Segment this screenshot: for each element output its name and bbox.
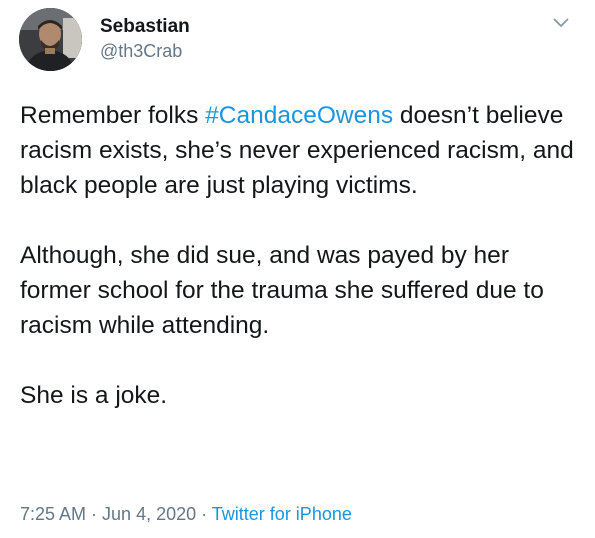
meta-separator: · [196,504,212,524]
tweet-source-link[interactable]: Twitter for iPhone [212,504,352,524]
chevron-down-icon [553,18,569,27]
user-handle[interactable]: @th3Crab [100,41,182,62]
user-photo-avatar-icon [19,8,82,71]
tweet-text: Remember folks #CandaceOwens doesn’t bel… [20,98,580,413]
tweet-paragraph-2: Although, she did sue, and was payed by … [20,242,544,339]
display-name[interactable]: Sebastian [100,16,190,38]
tweet-date[interactable]: Jun 4, 2020 [102,504,196,524]
tweet-time[interactable]: 7:25 AM [20,504,86,524]
tweet-paragraph-3: She is a joke. [20,382,168,409]
tweet-paragraph-1: Remember folks #CandaceOwens doesn’t bel… [20,98,580,203]
avatar[interactable] [19,8,82,71]
tweet-card: Sebastian @th3Crab Remember folks #Canda… [0,0,595,538]
meta-separator: · [86,504,103,524]
tweet-menu-button[interactable] [548,10,574,36]
hashtag-link[interactable]: #CandaceOwens [205,102,393,129]
tweet-text-before-hashtag: Remember folks [20,102,206,129]
tweet-metadata: 7:25 AM · Jun 4, 2020 · Twitter for iPho… [20,504,352,525]
